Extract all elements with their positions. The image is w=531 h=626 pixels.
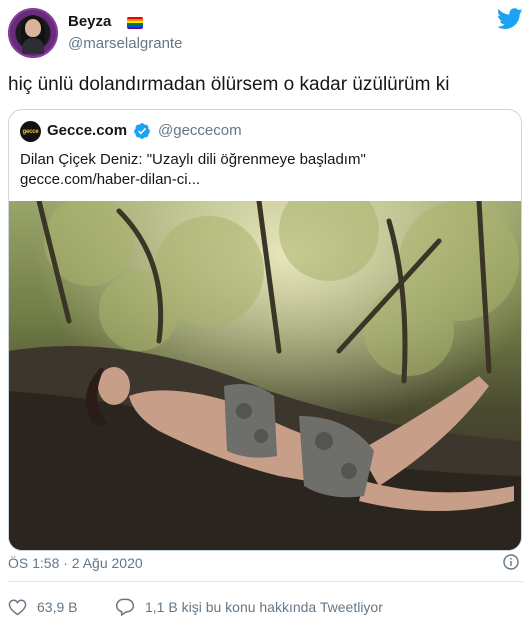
reply-icon[interactable] xyxy=(115,597,135,616)
tweet-timestamp[interactable]: ÖS 1:58 · 2 Ağu 2020 xyxy=(8,555,143,571)
quoted-link[interactable]: gecce.com/haber-dilan-ci... xyxy=(20,170,500,190)
like-count[interactable]: 63,9 B xyxy=(37,599,77,615)
rainbow-flag-icon xyxy=(127,17,143,29)
user-handle[interactable]: @marselalgrante xyxy=(68,35,182,52)
divider xyxy=(8,581,523,582)
quoted-tweet-card[interactable]: gecce Gecce.com @geccecom Dilan Çiçek De… xyxy=(8,109,522,551)
twitter-bird-icon[interactable] xyxy=(497,8,523,30)
display-name[interactable]: Beyza xyxy=(68,13,111,30)
tweet-header: Beyza @marselalgrante xyxy=(8,8,523,62)
quoted-display-name[interactable]: Gecce.com xyxy=(47,122,127,139)
info-icon[interactable] xyxy=(503,554,519,570)
replies-link[interactable]: 1,1 B kişi bu konu hakkında Tweetliyor xyxy=(145,599,383,615)
avatar[interactable] xyxy=(8,8,58,58)
tweet-text: hiç ünlü dolandırmadan ölürsem o kadar ü… xyxy=(8,74,450,95)
quoted-avatar[interactable]: gecce xyxy=(20,121,41,142)
quoted-photo[interactable] xyxy=(9,201,521,550)
quoted-handle[interactable]: @geccecom xyxy=(158,122,242,139)
quoted-headline: Dilan Çiçek Deniz: "Uzaylı dili öğrenmey… xyxy=(20,151,366,168)
verified-badge-icon xyxy=(134,123,150,139)
heart-icon[interactable] xyxy=(8,598,27,616)
quoted-text: Dilan Çiçek Deniz: "Uzaylı dili öğrenmey… xyxy=(20,150,500,190)
